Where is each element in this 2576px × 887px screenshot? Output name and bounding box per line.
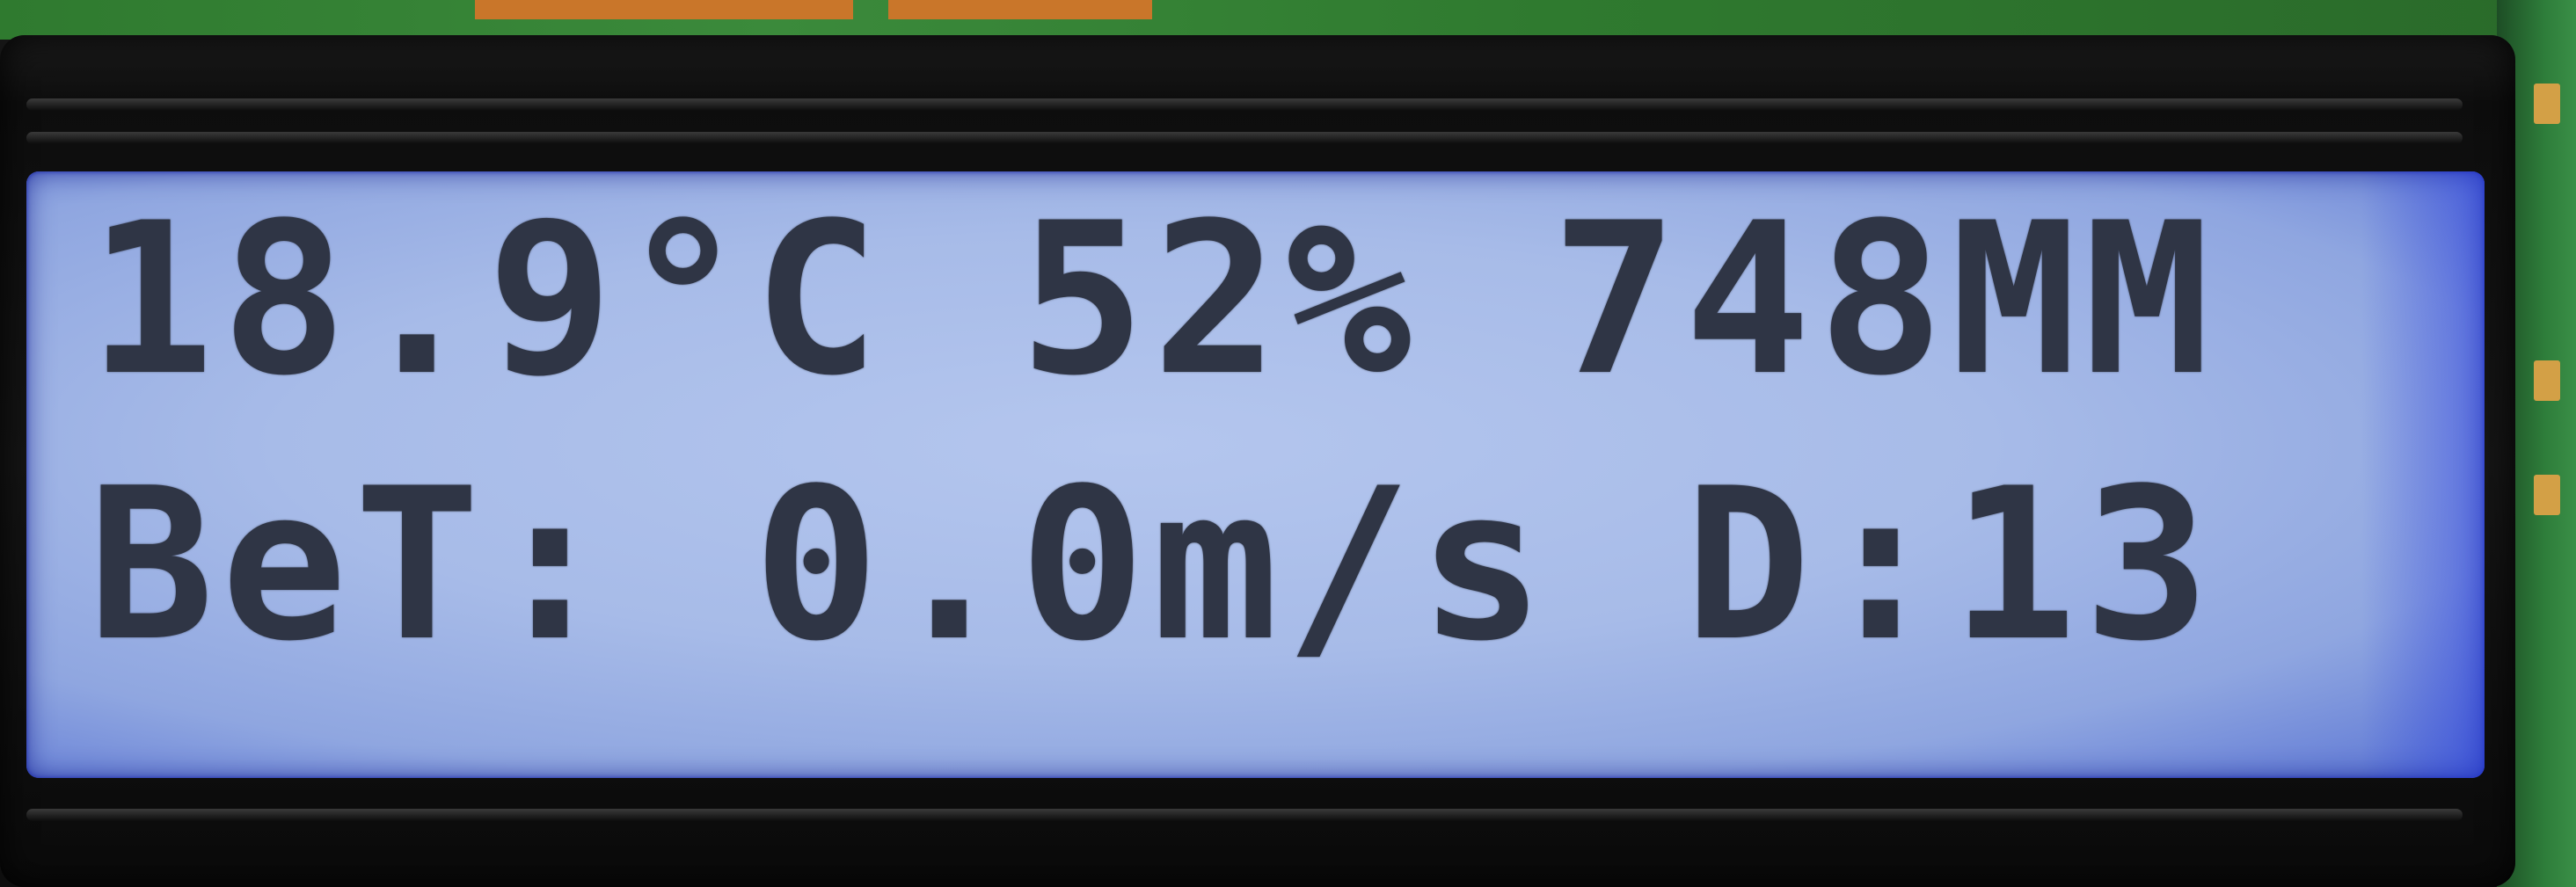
bezel-ridge-top [26, 98, 2463, 111]
photo-scene: 18.9°C 52% 748MM BeT: 0.0m/s D:13 [0, 0, 2576, 887]
bezel-ridge-bottom [26, 809, 2463, 821]
pcb-board-top [0, 0, 2576, 40]
lcd-screen: 18.9°C 52% 748MM BeT: 0.0m/s D:13 [26, 171, 2485, 778]
bezel-ridge-top-inner [26, 132, 2463, 144]
lcd-line-1: 18.9°C 52% 748MM [88, 178, 2217, 422]
lcd-line-2: BeT: 0.0m/s D:13 [88, 444, 2217, 687]
solder-pad [2534, 84, 2560, 124]
solder-pad [2534, 475, 2560, 515]
solder-pad [2534, 360, 2560, 401]
copper-trace [475, 0, 853, 19]
copper-trace [888, 0, 1152, 19]
